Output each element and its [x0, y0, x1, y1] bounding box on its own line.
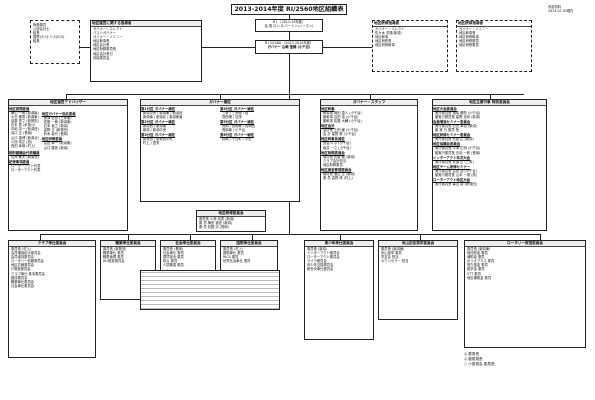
youth-service-committee: 青少年奉仕委員会 委員長 (新潟) インターアクト委員会 ローターアクト委員会 … [304, 240, 374, 340]
governor-box: R I D2560 （2013-2014年度） ガバナー 山崎 聖輔 (小千谷) [255, 40, 323, 54]
connector [80, 47, 90, 48]
org-chart-title: 2013-2014年度 RI/2560地区組織表 [231, 4, 347, 15]
rotary-foundation-committee: ロータリー財団委員会 委員長 (新潟東) 財団資金 委員 補助金 委員 ポリオプ… [464, 240, 586, 348]
connector [289, 32, 290, 40]
connector [289, 15, 290, 19]
training-leaders-box-1: 地区研修指導者 ガバナー・エレクト 佐々木 芳雄(新潟) 地区幹事 地区研修長 … [372, 20, 448, 72]
district-adviser-panel: 地区運営アドバイザー 地区諮問委員 東山 一郎 (新潟南) 大島 勝男 (新潟東… [8, 99, 128, 231]
meta-note: 内部資料 2013.07.03現在 [548, 5, 574, 14]
ri-line-2: 会 長 ロン D.バートン(ノーマン) [264, 24, 314, 29]
training-leaders-box-2: 地区研修指導者 ガバナー・ノミニー 地区幹事長 地区研修幹事 地区研修委員 地区… [456, 20, 532, 72]
finance-dashed-box: 財務委員 公認会計士 議長 国際ガバナンス(ICG) 議長 [30, 20, 80, 64]
connector [40, 234, 540, 235]
connector [66, 94, 524, 95]
bottom-center-panel [140, 270, 280, 310]
connector [323, 47, 372, 48]
legend: ◎ 委員長 ◎ 副委員長 ○ 小委員会 委員長 [464, 352, 495, 367]
governor-staff-panel: ガバナー・スタッフ 地区幹事 幹事長 岡田 直人 (小千谷) 副幹事 吉田 浩 … [320, 99, 418, 231]
governor-line-2: ガバナー 山崎 聖輔 (小千谷) [267, 45, 311, 50]
yoneyama-committee: 米山記念奨学委員会 委員長 (新潟東) 米山奨学 委員 学友会 担当 カウンセラ… [378, 240, 458, 320]
governor-support-panel: ガバナー補佐 第1分区 ガバナー補佐 新潟中央 / 新潟東 / 新潟西 新潟南 … [140, 99, 300, 202]
ri-president-box: R I （2013-14年度） 会 長 ロン D.バートン(ノーマン) [255, 19, 323, 32]
district-events-panel: 地区主要行事 特別委員会 地区大会委員会 実行委員長 相馬 勝則 (小千谷) 副… [432, 99, 547, 231]
legend-item: ○ 小委員会 委員長 [464, 362, 495, 366]
page-title: 2013-2014年度 RI/2560地区組織表 [234, 6, 344, 13]
connector [202, 47, 255, 48]
training-committee-box: 地区研修委員会 委員長 小林 晴男 (新潟) 委 員 梅田 重信 (新潟) 委 … [196, 210, 266, 232]
club-service-committee: クラブ奉仕委員会 委員長 (村上) 会員増強拡大委員会 会員維持委員会 ロータリ… [8, 240, 96, 358]
district-leaders-box: 地区運営に関する指導者 ガバナー・エレクト パストガバナー ガバナー・ノミニー … [90, 20, 202, 82]
connector [289, 54, 290, 95]
